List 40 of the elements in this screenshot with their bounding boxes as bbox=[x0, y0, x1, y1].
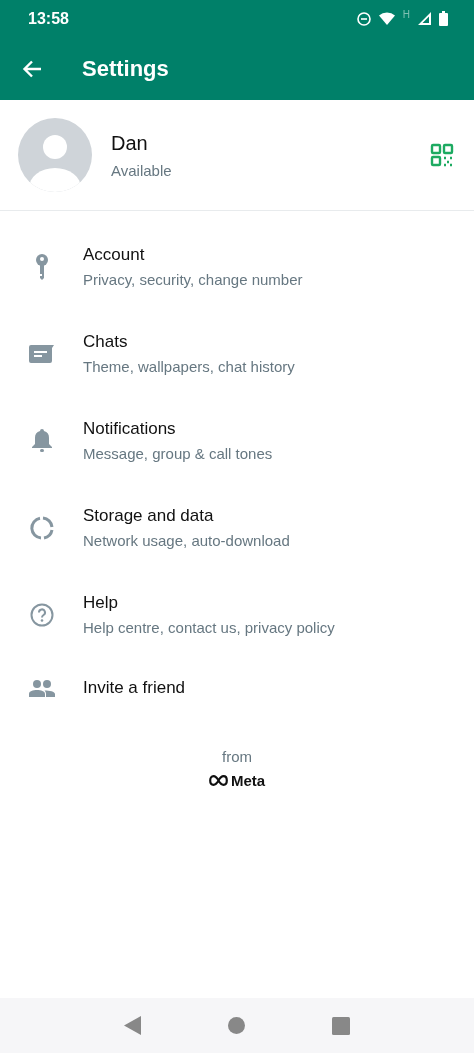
from-label: from bbox=[222, 748, 252, 765]
wifi-icon bbox=[378, 12, 395, 25]
item-subtitle: Network usage, auto-download bbox=[83, 532, 290, 549]
settings-item[interactable]: Storage and data Network usage, auto-download bbox=[0, 484, 474, 571]
profile-name: Dan bbox=[111, 131, 149, 155]
message-card-icon bbox=[29, 344, 54, 363]
home-nav-icon[interactable] bbox=[228, 1017, 245, 1034]
item-title: Chats bbox=[83, 332, 129, 352]
item-subtitle: Theme, wallpapers, chat history bbox=[83, 358, 295, 375]
profile-status: Available bbox=[111, 161, 173, 179]
key-icon bbox=[34, 253, 49, 280]
brand-name: Meta bbox=[230, 772, 266, 789]
back-nav-icon[interactable] bbox=[123, 1016, 141, 1035]
help-icon bbox=[29, 602, 54, 627]
battery-icon bbox=[439, 11, 448, 26]
status-time: 13:58 bbox=[28, 9, 69, 28]
settings-item[interactable]: Help Help centre, contact us, privacy policy bbox=[0, 571, 474, 658]
bell-icon bbox=[31, 429, 52, 452]
people-icon bbox=[28, 679, 55, 697]
item-title: Help bbox=[83, 593, 119, 613]
item-title: Notifications bbox=[83, 419, 177, 439]
item-title: Account bbox=[83, 245, 146, 265]
item-title: Storage and data bbox=[83, 506, 215, 526]
back-button[interactable] bbox=[22, 59, 42, 78]
network-type: H bbox=[402, 9, 410, 20]
item-subtitle: Message, group & call tones bbox=[83, 445, 273, 462]
circle-segments-icon bbox=[29, 515, 54, 540]
item-title: Invite a friend bbox=[83, 678, 186, 698]
screen-title: Settings bbox=[82, 55, 169, 82]
settings-item[interactable]: Account Privacy, security, change number bbox=[0, 223, 474, 310]
signal-icon bbox=[418, 12, 431, 25]
infinity-logo-icon bbox=[208, 775, 228, 786]
settings-item[interactable]: Notifications Message, group & call tones bbox=[0, 397, 474, 484]
item-subtitle: Help centre, contact us, privacy policy bbox=[83, 619, 335, 636]
settings-item[interactable]: Invite a friend bbox=[0, 658, 474, 718]
recents-nav-icon[interactable] bbox=[332, 1016, 351, 1035]
item-subtitle: Privacy, security, change number bbox=[83, 271, 303, 288]
do-not-disturb-icon bbox=[356, 11, 371, 26]
settings-item[interactable]: Chats Theme, wallpapers, chat history bbox=[0, 310, 474, 397]
qr-code-icon[interactable] bbox=[430, 143, 454, 167]
